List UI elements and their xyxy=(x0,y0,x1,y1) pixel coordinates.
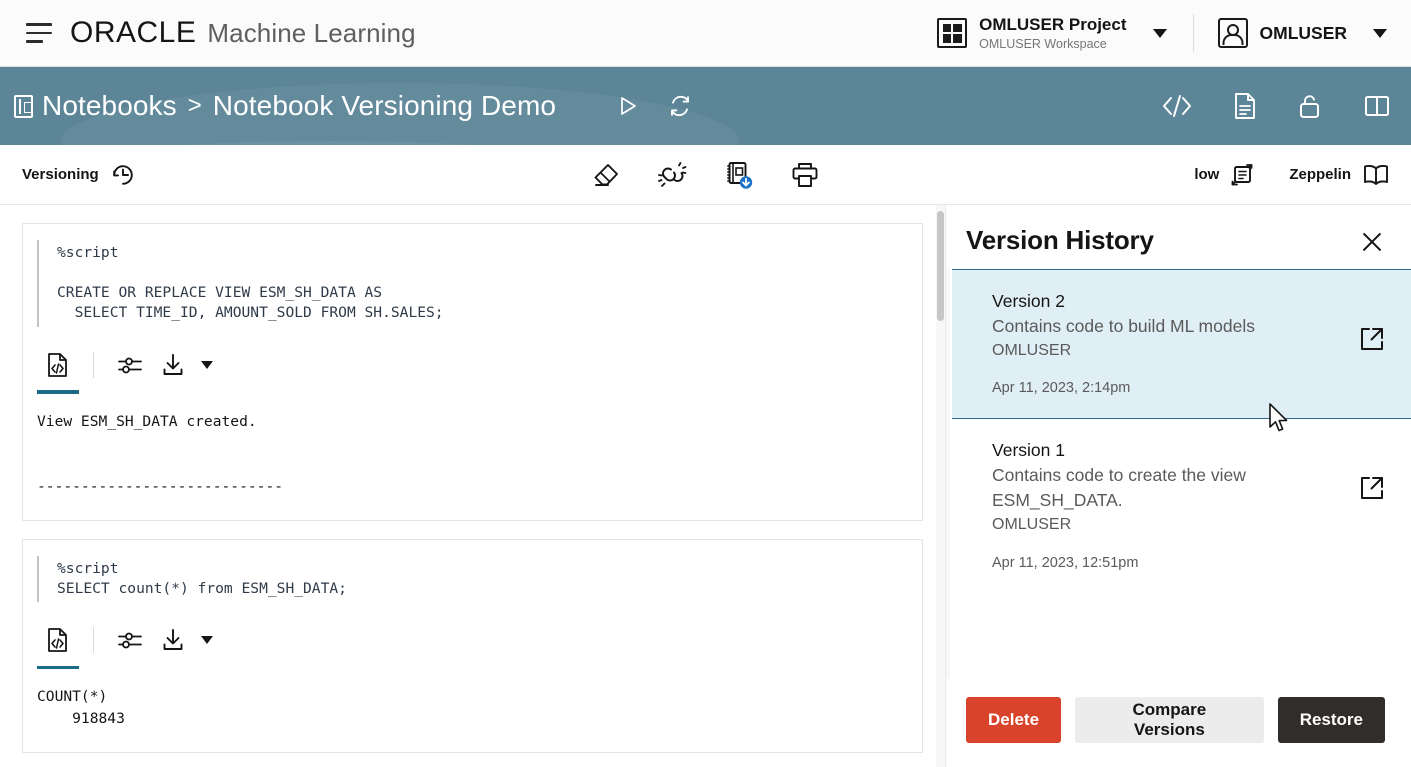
paragraph-tool-divider xyxy=(93,351,94,378)
breadcrumb-actions xyxy=(618,94,692,118)
broken-link-icon[interactable] xyxy=(657,161,688,189)
version-timestamp: Apr 11, 2023, 12:51pm xyxy=(992,554,1139,571)
breadcrumb-separator: > xyxy=(187,92,202,119)
versioning-button[interactable]: Versioning xyxy=(22,162,136,188)
header-right-group: OMLUSER Project OMLUSER Workspace OMLUSE… xyxy=(927,0,1395,66)
project-name: OMLUSER Project xyxy=(979,14,1127,34)
user-avatar-icon xyxy=(1217,18,1248,48)
sliders-icon[interactable] xyxy=(108,624,152,656)
chevron-down-icon[interactable] xyxy=(1152,28,1167,38)
notebook-download-icon[interactable] xyxy=(724,160,754,190)
canvas-scrollbar-thumb[interactable] xyxy=(937,211,944,321)
code-file-icon[interactable] xyxy=(37,622,79,670)
notebook-canvas: %script CREATE OR REPLACE VIEW ESM_SH_DA… xyxy=(0,205,945,767)
chevron-down-icon[interactable] xyxy=(1373,28,1387,38)
flow-toggle-icon[interactable] xyxy=(1229,162,1255,188)
padlock-open-icon[interactable] xyxy=(1297,92,1323,120)
sliders-icon[interactable] xyxy=(108,349,152,381)
paragraph-output: View ESM_SH_DATA created. --------------… xyxy=(37,412,284,496)
breadcrumb-right-actions xyxy=(1161,92,1391,120)
breadcrumb: Notebooks > Notebook Versioning Demo xyxy=(14,90,556,122)
version-name: Version 1 xyxy=(992,440,1065,461)
version-list-scrollbar[interactable] xyxy=(946,269,950,679)
external-link-icon[interactable] xyxy=(1359,326,1385,352)
paragraph-tool-divider xyxy=(93,627,94,654)
notebook-paragraph[interactable]: %script CREATE OR REPLACE VIEW ESM_SH_DA… xyxy=(22,223,923,522)
oracle-logo: ORACLE xyxy=(70,16,197,49)
code-brackets-icon[interactable] xyxy=(1161,93,1193,119)
detail-level-label: low xyxy=(1194,166,1220,183)
version-history-header: Version History xyxy=(946,205,1411,269)
eraser-icon[interactable] xyxy=(592,161,622,189)
breadcrumb-root-link[interactable]: Notebooks xyxy=(42,90,177,122)
split-panel-icon[interactable] xyxy=(1363,94,1391,118)
download-chevron-down-icon[interactable] xyxy=(201,636,213,645)
version-history-title: Version History xyxy=(966,225,1154,255)
restore-button[interactable]: Restore xyxy=(1277,697,1385,743)
version-list-item[interactable]: Version 2 Contains code to build ML mode… xyxy=(952,269,1411,420)
version-history-actions: Delete Compare Versions Restore xyxy=(946,679,1411,767)
close-icon[interactable] xyxy=(1359,229,1385,255)
page-title: Notebook Versioning Demo xyxy=(212,90,557,121)
version-list-item[interactable]: Version 1 Contains code to create the vi… xyxy=(952,419,1411,593)
product-title: Machine Learning xyxy=(207,17,416,48)
version-list: Version 2 Contains code to build ML mode… xyxy=(946,269,1411,679)
workspace: %script CREATE OR REPLACE VIEW ESM_SH_DA… xyxy=(0,205,1411,767)
version-owner: OMLUSER xyxy=(992,516,1072,534)
project-selector[interactable]: OMLUSER Project OMLUSER Workspace xyxy=(927,9,1176,57)
workspace-name: OMLUSER Workspace xyxy=(979,36,1107,51)
hamburger-icon[interactable] xyxy=(22,16,56,50)
user-name-label: OMLUSER xyxy=(1259,22,1348,43)
notebook-toolbar: Versioning low Zeppelin xyxy=(0,145,1411,205)
detail-level-selector[interactable]: low xyxy=(1194,162,1255,188)
toolbar-right-actions: low Zeppelin xyxy=(1194,162,1391,188)
version-history-panel: Version History Version 2 Contains code … xyxy=(945,205,1411,767)
version-owner: OMLUSER xyxy=(992,341,1072,359)
user-menu[interactable]: OMLUSER xyxy=(1210,18,1396,48)
breadcrumb-bar: Notebooks > Notebook Versioning Demo xyxy=(0,67,1411,145)
printer-icon[interactable] xyxy=(790,161,820,189)
canvas-scrollbar[interactable] xyxy=(936,205,945,767)
versioning-label: Versioning xyxy=(22,166,99,183)
version-description: Contains code to build ML models xyxy=(992,316,1255,337)
paragraph-code[interactable]: %script CREATE OR REPLACE VIEW ESM_SH_DA… xyxy=(37,240,908,327)
header-divider xyxy=(1192,14,1194,52)
version-description: Contains code to create the view ESM_SH_… xyxy=(992,465,1246,511)
version-name: Version 2 xyxy=(992,291,1065,311)
paragraph-code[interactable]: %script SELECT count(*) from ESM_SH_DATA… xyxy=(37,556,908,603)
play-icon[interactable] xyxy=(618,95,638,117)
code-file-icon[interactable] xyxy=(37,347,79,394)
open-book-icon[interactable] xyxy=(1361,162,1391,188)
paragraph-toolbar xyxy=(37,347,908,394)
refresh-icon[interactable] xyxy=(668,94,692,118)
delete-button[interactable]: Delete xyxy=(966,697,1062,743)
version-timestamp: Apr 11, 2023, 2:14pm xyxy=(992,380,1131,397)
external-link-icon[interactable] xyxy=(1359,475,1385,501)
toolbar-center-actions xyxy=(592,160,820,190)
document-icon[interactable] xyxy=(1233,92,1257,120)
compare-versions-button[interactable]: Compare Versions xyxy=(1075,697,1264,743)
paragraph-toolbar xyxy=(37,622,908,670)
global-header: ORACLE Machine Learning OMLUSER Project … xyxy=(0,0,1411,67)
download-icon[interactable] xyxy=(152,348,194,382)
interpreter-selector[interactable]: Zeppelin xyxy=(1289,162,1391,188)
clock-history-icon[interactable] xyxy=(110,162,136,188)
notebook-icon xyxy=(14,94,33,118)
paragraph-output: COUNT(*) 918843 xyxy=(37,688,125,728)
download-icon[interactable] xyxy=(152,623,194,657)
interpreter-label: Zeppelin xyxy=(1289,166,1351,183)
notebook-paragraph[interactable]: %script SELECT count(*) from ESM_SH_DATA… xyxy=(22,539,923,754)
grid-icon xyxy=(937,18,968,48)
download-chevron-down-icon[interactable] xyxy=(201,360,213,369)
